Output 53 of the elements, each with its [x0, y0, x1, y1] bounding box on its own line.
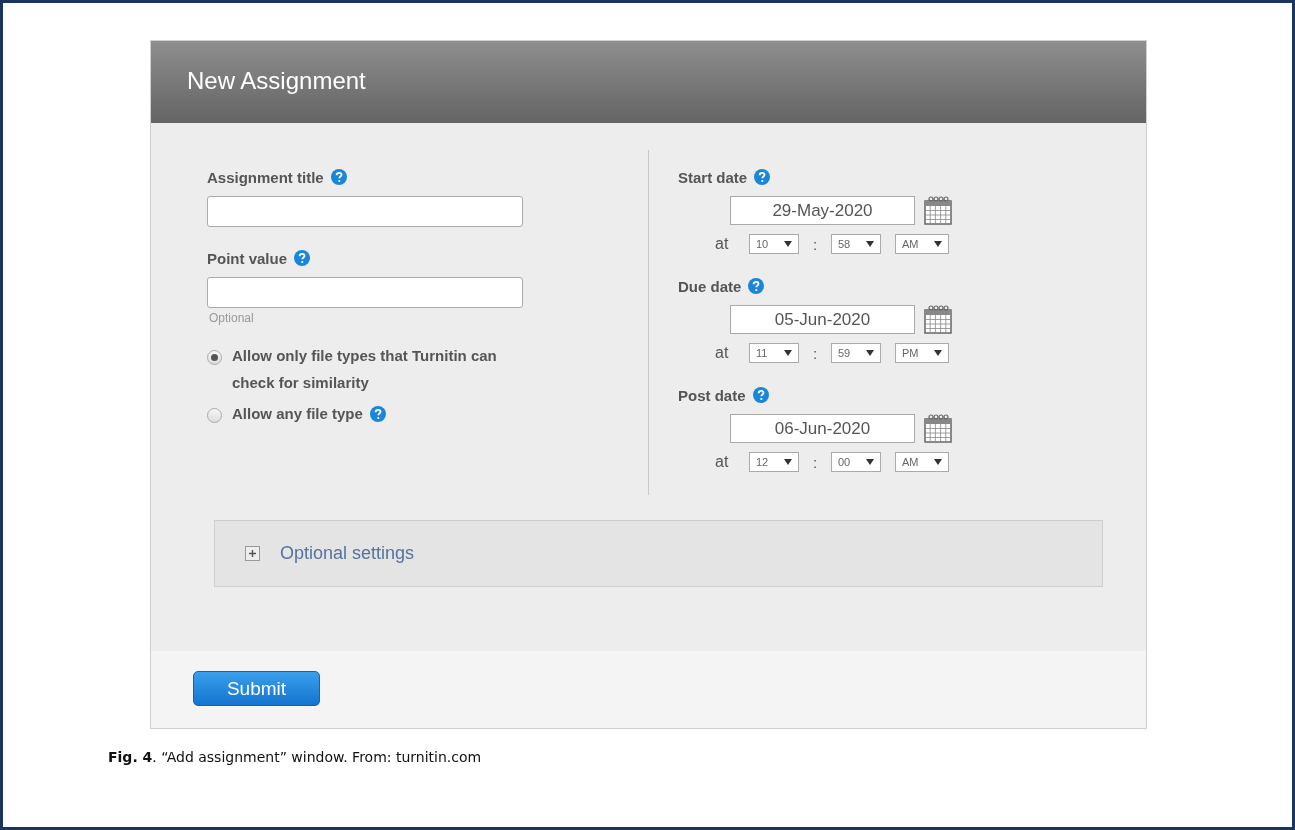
caret-icon [934, 459, 942, 465]
radio-label: Allow any file type [232, 404, 363, 424]
caret-icon [866, 241, 874, 247]
caret-icon [934, 241, 942, 247]
caret-icon [784, 350, 792, 356]
caret-icon [934, 350, 942, 356]
field-label: Point value [207, 249, 288, 267]
hour-select[interactable]: 12 [749, 452, 799, 472]
dialog-title: New Assignment [187, 67, 366, 95]
help-icon [748, 278, 765, 294]
time-separator: : [811, 235, 819, 253]
caret-icon [784, 241, 792, 247]
calendar-icon [924, 413, 952, 443]
hour-select[interactable]: 11 [749, 343, 799, 363]
submit-button[interactable]: Submit [193, 671, 320, 706]
plus-icon [245, 546, 260, 561]
radio-button[interactable] [207, 408, 222, 423]
input-field[interactable] [207, 277, 523, 308]
date-label: Start date [678, 168, 748, 186]
help-icon [752, 387, 769, 403]
help-icon [330, 169, 347, 185]
period-select[interactable]: PM [895, 343, 949, 363]
calendar-icon [924, 304, 952, 334]
figure-caption: Fig. 4. “Add assignment” window. From: turnitin.com [108, 749, 483, 765]
time-separator: : [811, 453, 819, 471]
date-field[interactable]: 29-May-2020 [730, 195, 915, 225]
at-label: at [715, 344, 730, 362]
minute-select[interactable]: 59 [831, 343, 881, 363]
optional-settings-panel[interactable]: Optional settings [214, 520, 1103, 587]
minute-select[interactable]: 58 [831, 234, 881, 254]
help-icon [294, 250, 311, 266]
radio-button[interactable] [207, 350, 222, 365]
at-label: at [715, 235, 730, 253]
field-label: Assignment title [207, 168, 324, 186]
caret-icon [866, 350, 874, 356]
time-separator: : [811, 344, 819, 362]
input-field[interactable] [207, 196, 523, 227]
optional-settings-label: Optional settings [280, 543, 415, 564]
date-field[interactable]: 06-Jun-2020 [730, 413, 915, 443]
calendar-icon [924, 195, 952, 225]
date-label: Post date [678, 386, 746, 404]
at-label: at [715, 453, 730, 471]
minute-select[interactable]: 00 [831, 452, 881, 472]
period-select[interactable]: AM [895, 452, 949, 472]
help-icon [754, 169, 771, 185]
caret-icon [866, 459, 874, 465]
date-label: Due date [678, 277, 742, 295]
date-field[interactable]: 05-Jun-2020 [730, 304, 915, 334]
hour-select[interactable]: 10 [749, 234, 799, 254]
period-select[interactable]: AM [895, 234, 949, 254]
caret-icon [784, 459, 792, 465]
radio-label: Allow only file types that Turnitin can check for similarity [232, 346, 498, 393]
hint-text: Optional [209, 311, 255, 325]
